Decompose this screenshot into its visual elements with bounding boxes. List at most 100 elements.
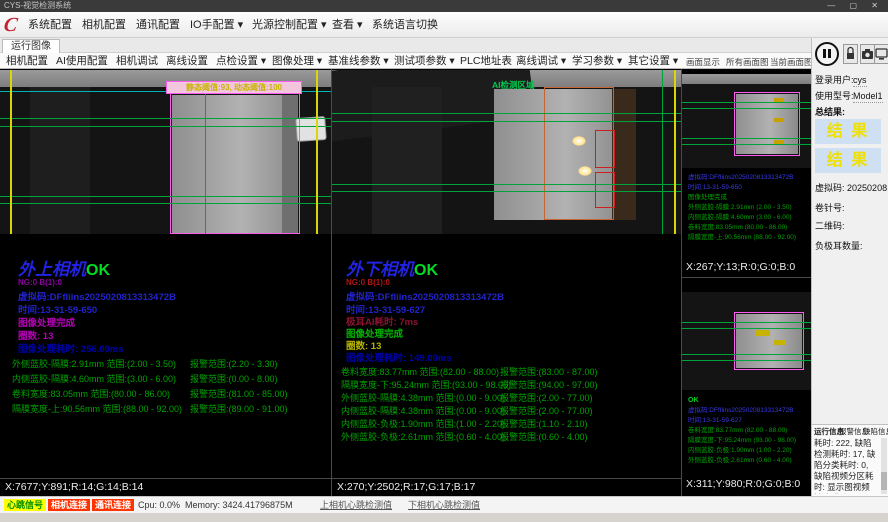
lock-icon xyxy=(844,45,857,63)
left-camera-image[interactable]: 静态阈值:93, 动态阈值:100 xyxy=(0,70,331,234)
mini-text-row: 时间:13-31-59-627 xyxy=(688,416,742,426)
guide-line-green xyxy=(332,121,681,122)
alarm-range: 报警范围:(0.60 - 4.00) xyxy=(500,430,588,443)
left-cam-barcode: 虚拟码:DFfIiins2025020813313472B xyxy=(18,289,176,303)
tool-baseline-params[interactable]: 基准线参数 ▾ xyxy=(328,55,389,68)
measurement-row: 内侧蓝胶-负极:1.90mm 范围:(1.00 - 2.20) xyxy=(341,417,505,430)
neg-tab-count-label: 负极耳数量: xyxy=(815,240,863,252)
monitor-icon xyxy=(875,45,888,63)
tool-plc-address[interactable]: PLC地址表 xyxy=(460,55,512,68)
alarm-range: 报警范围:(83.00 - 87.00) xyxy=(500,365,598,378)
left-cam-coords: X:7677;Y:891;R:14;G:14;B:14 xyxy=(5,481,143,493)
measurement-row: 内侧蓝胶-隔膜:4.60mm 范围:(3.00 - 6.00) xyxy=(12,372,176,385)
pause-icon xyxy=(828,49,831,58)
panel-divider xyxy=(0,478,331,479)
menu-camera-config[interactable]: 相机配置 xyxy=(82,18,126,32)
left-cam-time: 时间:13-31-59-650 xyxy=(18,302,97,316)
display-tab-all[interactable]: 所有画面图 xyxy=(726,57,769,68)
monitor-button[interactable] xyxy=(874,44,888,64)
display-tab-current[interactable]: 当前画面图 xyxy=(770,57,813,68)
menu-io-config[interactable]: IO手配置 ▾ xyxy=(190,18,243,32)
total-result-label: 总结果: xyxy=(815,106,845,118)
pause-button[interactable] xyxy=(815,42,839,66)
camera-status-badge: 相机连接 xyxy=(48,499,90,511)
tool-check-setting[interactable]: 点检设置 ▾ xyxy=(216,55,266,68)
info-scrollbar-thumb[interactable] xyxy=(881,472,887,490)
camera-button[interactable] xyxy=(860,44,875,64)
measurement-row: 外侧蓝胶-隔膜:2.91mm 范围:(2.00 - 3.50) xyxy=(12,357,176,370)
guide-line-green xyxy=(0,118,331,119)
menu-light-config[interactable]: 光源控制配置 ▾ xyxy=(252,18,327,32)
mini-text-row: 隔膜宽度-下:95.24mm (93.00 - 98.00) xyxy=(688,436,796,446)
tab-run-image[interactable]: 运行图像 xyxy=(2,39,60,53)
guide-line-green xyxy=(682,144,811,145)
menu-system-config[interactable]: 系统配置 xyxy=(28,18,72,32)
window-controls[interactable]: — ▢ ✕ xyxy=(827,0,884,12)
tool-learn-params[interactable]: 学习参数 ▾ xyxy=(572,55,622,68)
machine-column xyxy=(372,87,442,234)
info-scrollbar[interactable] xyxy=(881,438,887,494)
roi-box-magenta xyxy=(170,87,300,234)
guide-line-green xyxy=(682,108,811,109)
virtual-code-label: 虚拟码: 20250208 xyxy=(815,182,887,194)
menu-comm-config[interactable]: 通讯配置 xyxy=(136,18,180,32)
measurement-row: 外侧蓝胶-隔膜:4.38mm 范围:(0.00 - 9.00) xyxy=(341,391,505,404)
upper-camera-status-link[interactable]: 上相机心跳检测值 xyxy=(320,500,392,511)
tool-ai-use-config[interactable]: AI使用配置 xyxy=(56,55,108,68)
menu-view[interactable]: 查看 ▾ xyxy=(332,18,363,32)
yellow-marker xyxy=(774,98,784,102)
right-camera-image[interactable]: AI检测区域 xyxy=(332,70,681,234)
bright-spot xyxy=(578,166,592,176)
menu-language-switch[interactable]: 系统语言切换 xyxy=(372,18,438,32)
guide-line-green xyxy=(682,322,811,323)
tool-camera-config[interactable]: 相机配置 xyxy=(6,55,48,68)
tool-offline-setting[interactable]: 离线设置 xyxy=(166,55,208,68)
left-cam-title-text: 外上相机 xyxy=(18,260,86,279)
mini-a-image[interactable] xyxy=(682,74,811,168)
model-value: Model1 xyxy=(853,90,883,103)
guide-line-green xyxy=(682,360,811,361)
panel-divider xyxy=(332,478,681,479)
image-light-band xyxy=(682,74,811,84)
info-tab-defect[interactable]: 缺陷信息 xyxy=(863,427,888,437)
window-titlebar: CYS-视觉检测系统 xyxy=(0,0,888,12)
left-cam-subtitle: NG:0 B(1):0 xyxy=(18,278,62,287)
alarm-range: 报警范围:(0.00 - 8.00) xyxy=(190,372,278,385)
mini-a-coords: X:267;Y:13;R:0;G:0;B:0 xyxy=(686,261,795,273)
tool-test-params[interactable]: 测试项参数 ▾ xyxy=(394,55,455,68)
needle-number-label: 卷针号: xyxy=(815,202,845,214)
tool-camera-debug[interactable]: 相机调试 xyxy=(116,55,158,68)
display-tab-screen[interactable]: 画面显示 xyxy=(686,57,720,68)
cpu-usage-text: Cpu: 0.0% xyxy=(138,500,180,511)
left-cam-status: 图像处理完成 xyxy=(18,315,75,329)
mini-text-row: 卷料宽度:83.05mm (80.00 - 86.00) xyxy=(688,223,787,233)
mini-text-row: 虚拟码:DFfIiins2025020813313472B xyxy=(688,406,794,416)
lock-button[interactable] xyxy=(843,44,858,64)
guide-line-green-v xyxy=(662,70,663,234)
bright-spot xyxy=(572,136,586,146)
lower-camera-status-link[interactable]: 下相机心跳检测值 xyxy=(408,500,480,511)
guide-line-green xyxy=(682,354,811,355)
roi-box-magenta xyxy=(734,312,804,370)
tool-other-settings[interactable]: 其它设置 ▾ xyxy=(628,55,678,68)
right-cam-coords: X:270;Y:2502;R:17;G:17;B:17 xyxy=(337,481,475,493)
info-log-text: 耗时: 222, 缺陷检测耗时: 17, 缺陷分类耗时: 0, 缺陷视频分区耗时… xyxy=(814,438,878,494)
mini-text-row: 内侧蓝胶-隔膜:4.60mm (3.00 - 6.00) xyxy=(688,213,792,223)
login-user-value: cys xyxy=(853,74,867,87)
mini-b-image[interactable] xyxy=(682,292,811,390)
measurement-row: 隔膜宽度-下:95.24mm 范围:(93.00 - 98.00) xyxy=(341,378,511,391)
ai-region-label: AI检测区域 xyxy=(492,79,535,91)
mini-text-row: 外侧蓝胶-负极:2.61mm (0.60 - 4.00) xyxy=(688,456,792,466)
pause-icon xyxy=(823,49,826,58)
tool-offline-debug[interactable]: 离线调试 ▾ xyxy=(516,55,566,68)
measurement-row: 隔膜宽度-上:90.56mm 范围:(88.00 - 92.00) xyxy=(12,402,182,415)
mini-text-row: 卷料宽度:83.77mm (82.00 - 88.00) xyxy=(688,426,787,436)
login-user-label: 登录用户: xyxy=(815,74,854,86)
app-window: CYS-视觉检测系统 — ▢ ✕ C 系统配置 相机配置 通讯配置 IO手配置 … xyxy=(0,0,888,522)
right-cam-ok-badge: OK xyxy=(414,262,438,279)
tool-image-process[interactable]: 图像处理 ▾ xyxy=(272,55,322,68)
roi-box-red xyxy=(595,130,615,168)
right-cam-subtitle: NG:0 B(1):0 xyxy=(346,278,390,287)
mini-panel-b: OK 虚拟码:DFfIiins2025020813313472B 时间:13-3… xyxy=(682,278,811,496)
right-cam-title-text: 外下相机 xyxy=(346,260,414,279)
